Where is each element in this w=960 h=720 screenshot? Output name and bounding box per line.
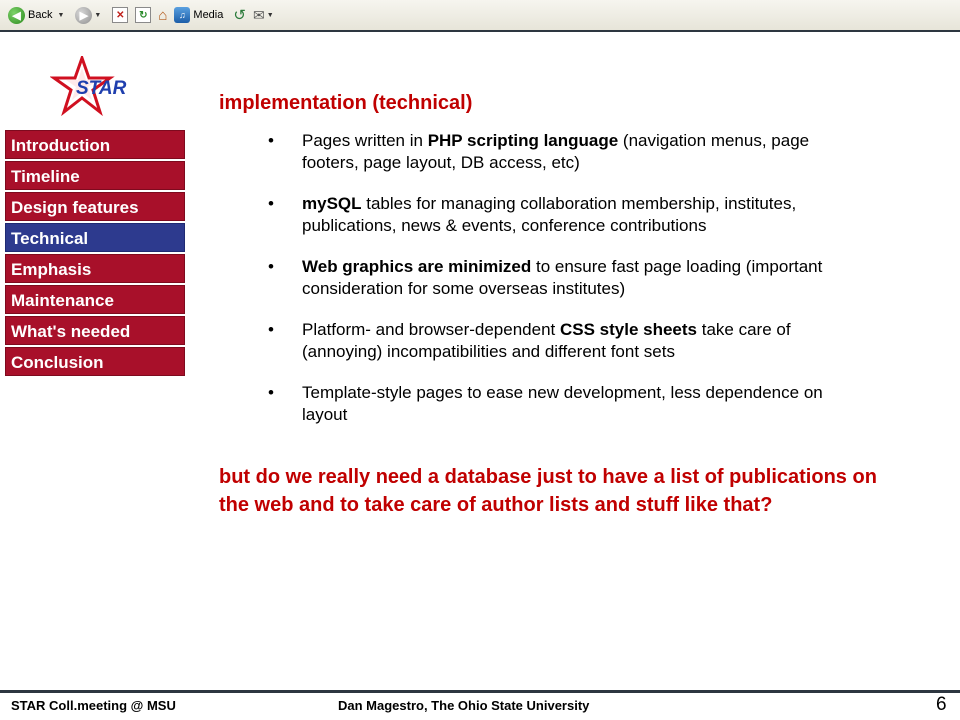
back-label: Back [28,9,53,21]
nav-item-maintenance[interactable]: Maintenance [5,285,185,314]
bullet-item: • Platform- and browser-dependent CSS sty… [268,319,868,363]
back-arrow-icon: ◀ [8,6,25,24]
bullet-dot-icon: • [268,320,274,339]
mail-icon: ✉ [252,6,265,23]
logo-text: STAR [76,78,127,99]
bullet-dot-icon: • [268,257,274,276]
forward-dropdown-icon[interactable]: ▼ [94,12,101,19]
refresh-button[interactable]: ↻ [133,4,153,26]
browser-toolbar: ◀ Back ▼ ▶ ▼ ✕ ↻ ⌂ ♫ Media ↺ ✉ ▼ [0,0,960,32]
sidebar-nav: Introduction Timeline Design features Te… [5,130,185,378]
footer-meeting: STAR Coll.meeting @ MSU [11,698,176,713]
nav-item-technical[interactable]: Technical [5,223,185,252]
history-button[interactable]: ↺ [231,4,248,26]
bullet-text: Template-style pages to ease new develop… [302,383,823,424]
back-button[interactable]: ◀ Back ▼ [6,4,70,26]
media-button[interactable]: ♫ Media [172,4,228,26]
star-logo: STAR [50,56,127,117]
bullet-bold-text: CSS style sheets [559,320,697,339]
bullet-text: Platform- and browser-dependent [302,320,560,339]
nav-item-emphasis[interactable]: Emphasis [5,254,185,283]
bullet-dot-icon: • [268,383,274,402]
bullet-bold-text: mySQL [302,194,362,213]
nav-item-design-features[interactable]: Design features [5,192,185,221]
closing-question: but do we really need a database just to… [219,466,877,516]
footer-author: Dan Magestro, The Ohio State University [338,698,590,713]
home-icon: ⌂ [158,6,168,24]
forward-arrow-icon: ▶ [75,6,93,24]
nav-item-whats-needed[interactable]: What's needed [5,316,185,345]
back-dropdown-icon[interactable]: ▼ [57,12,64,19]
bullet-item: • Template-style pages to ease new develo… [268,382,868,426]
home-button[interactable]: ⌂ [156,4,169,26]
bullet-dot-icon: • [268,131,274,150]
bullet-item: • Pages written in PHP scripting language… [268,130,868,174]
nav-item-timeline[interactable]: Timeline [5,161,185,190]
forward-button[interactable]: ▶ ▼ [73,4,107,26]
nav-item-conclusion[interactable]: Conclusion [5,347,185,376]
media-icon: ♫ [174,7,191,23]
nav-item-introduction[interactable]: Introduction [5,130,185,159]
stop-icon: ✕ [112,7,129,23]
bullet-dot-icon: • [268,194,274,213]
mail-dropdown-icon[interactable]: ▼ [267,12,274,19]
page-number: 6 [936,694,947,715]
media-label: Media [193,9,224,21]
page-heading: implementation (technical) [219,92,473,114]
bullet-item: • mySQL tables for managing collaboration… [268,193,868,237]
bullet-bold-text: PHP scripting language [427,131,619,150]
bullet-text: tables for managing collaboration member… [302,194,797,235]
footer-divider [0,690,960,693]
bullet-text: Pages written in [302,131,428,150]
history-icon: ↺ [233,7,246,24]
mail-button[interactable]: ✉ ▼ [251,4,280,26]
bullet-bold-text: Web graphics are minimized [302,257,532,276]
bullet-list: • Pages written in PHP scripting language… [268,130,868,440]
stop-button[interactable]: ✕ [110,4,130,26]
bullet-item: • Web graphics are minimized to ensure fa… [268,256,868,300]
refresh-icon: ↻ [135,7,152,23]
